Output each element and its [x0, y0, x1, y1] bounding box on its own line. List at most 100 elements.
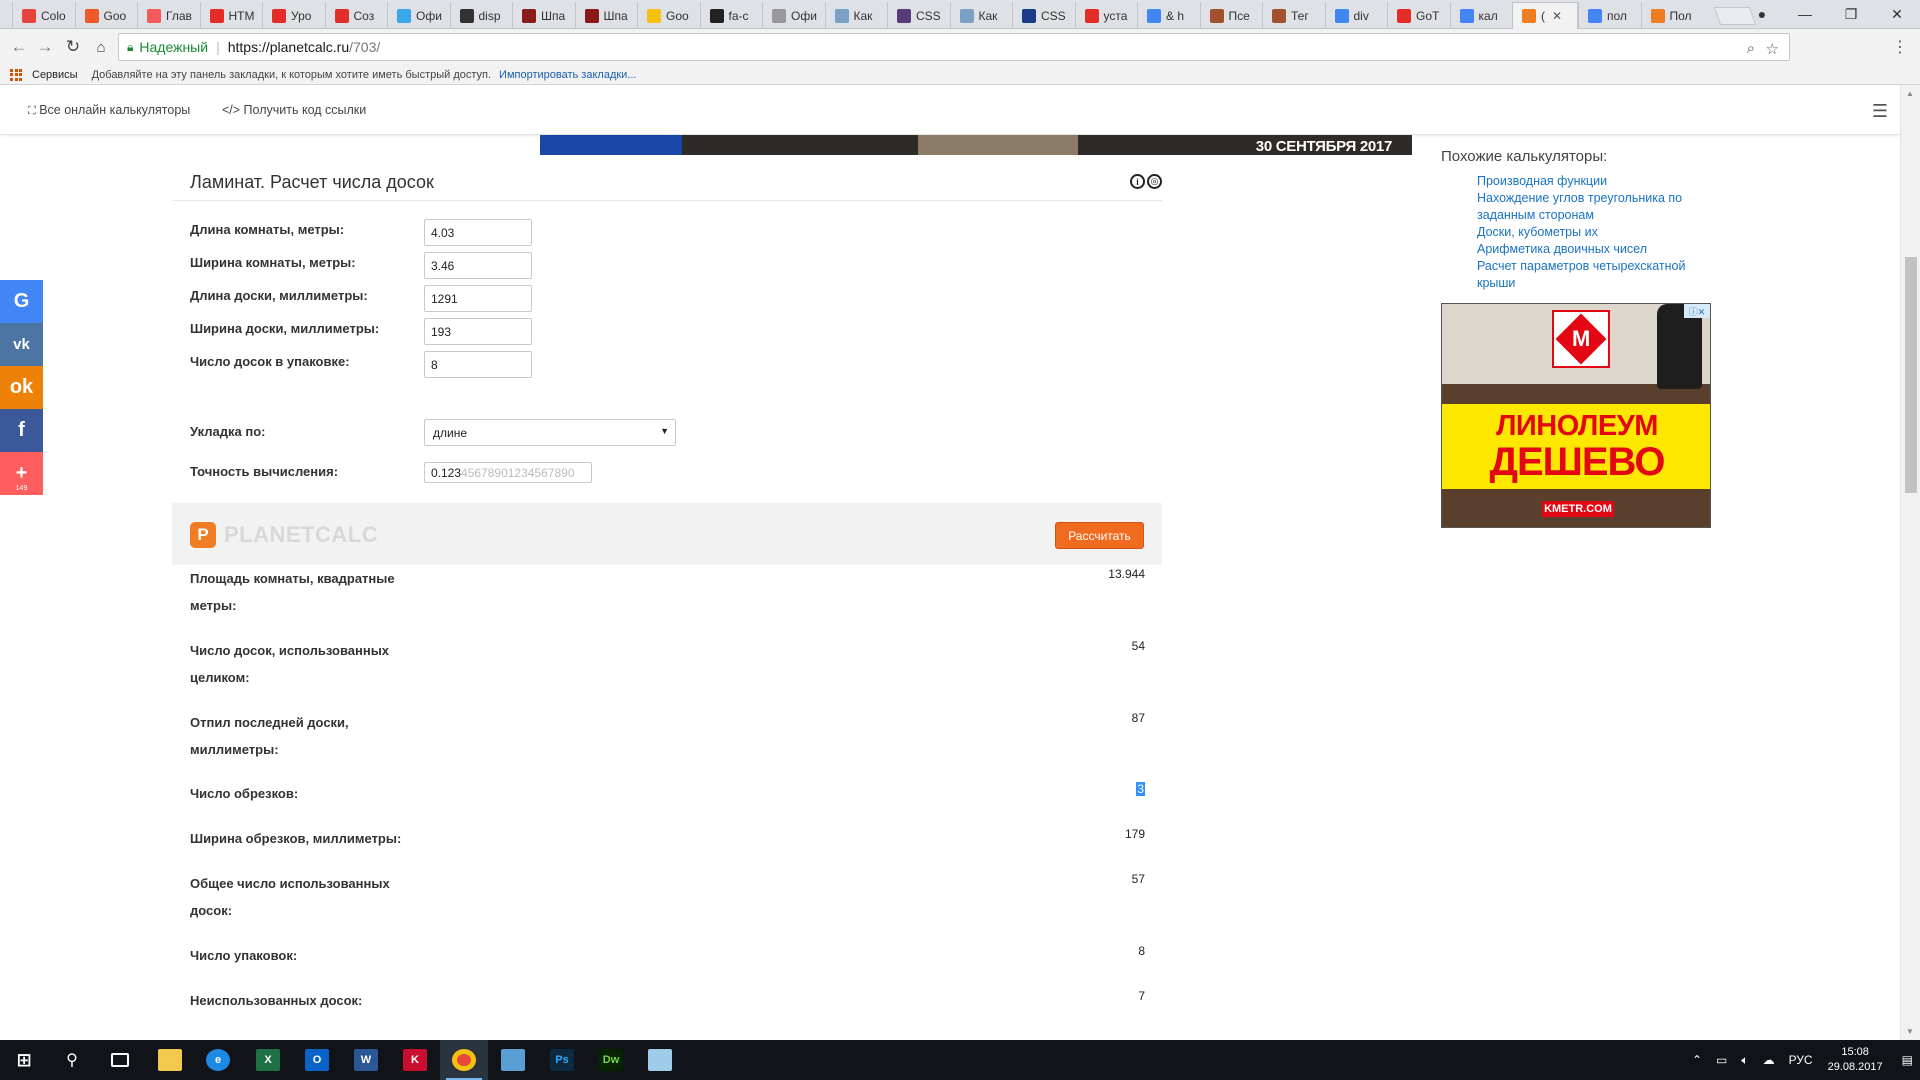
home-button[interactable]: ⌂ — [90, 36, 112, 58]
profile-icon[interactable]: ● — [1742, 0, 1782, 28]
more-share-button[interactable]: +149 — [0, 452, 43, 495]
scrollbar-thumb[interactable] — [1905, 257, 1917, 493]
language-indicator[interactable]: РУС — [1789, 1053, 1813, 1067]
browser-tab[interactable]: Пол — [1640, 2, 1704, 29]
browser-tab[interactable]: fa-c — [699, 2, 763, 29]
back-button[interactable]: ← — [8, 36, 30, 58]
browser-tab[interactable]: Как — [949, 2, 1013, 29]
hamburger-menu-icon[interactable]: ☰ — [1872, 101, 1888, 122]
outlook-icon[interactable]: O — [293, 1040, 341, 1080]
close-tab-icon[interactable]: ✕ — [1552, 9, 1562, 23]
field-input[interactable]: 4.03 — [424, 219, 532, 246]
settings-icon[interactable]: ◎ — [1147, 174, 1162, 189]
clock[interactable]: 15:08 29.08.2017 — [1828, 1045, 1883, 1075]
forward-button[interactable]: → — [34, 36, 56, 58]
similar-calculator-link[interactable]: Арифметика двоичных чисел — [1477, 241, 1697, 258]
task-view-icon[interactable] — [96, 1040, 144, 1080]
edge-icon[interactable]: e — [194, 1040, 242, 1080]
browser-tab[interactable]: Псе — [1199, 2, 1263, 29]
browser-tab[interactable]: Шпа — [574, 2, 638, 29]
address-bar[interactable]: 🔒︎ Надежный | https://planetcalc.ru/703/… — [118, 33, 1790, 61]
precision-slider[interactable]: 0.12345678901234567890 — [424, 462, 592, 483]
scroll-up-icon[interactable]: ▲ — [1906, 89, 1914, 98]
browser-tab[interactable]: CSS — [887, 2, 950, 29]
field-input[interactable]: 1291 — [424, 285, 532, 312]
chrome-icon[interactable] — [440, 1040, 488, 1080]
layout-select[interactable]: длине ▼ — [424, 419, 676, 446]
ok-share-button[interactable]: ok — [0, 366, 43, 409]
similar-calculator-link[interactable]: Расчет параметров четырехскатной крыши — [1477, 258, 1697, 292]
scroll-down-icon[interactable]: ▼ — [1906, 1027, 1914, 1036]
word-icon[interactable]: W — [342, 1040, 390, 1080]
network-icon[interactable]: ▭ — [1716, 1053, 1727, 1067]
calculate-button[interactable]: Рассчитать — [1055, 522, 1144, 549]
photoshop-icon[interactable]: Ps — [538, 1040, 586, 1080]
browser-tab[interactable]: Глав — [137, 2, 200, 29]
browser-tab[interactable]: & h — [1137, 2, 1200, 29]
page-scrollbar[interactable]: ▲ ▼ — [1900, 85, 1920, 1040]
ad-headline-2: ДЕШЕВО — [1489, 440, 1665, 484]
dreamweaver-icon[interactable]: Dw — [587, 1040, 635, 1080]
start-button[interactable]: ⊞ — [0, 1040, 48, 1080]
similar-calculator-link[interactable]: Нахождение углов треугольника по заданны… — [1477, 190, 1697, 224]
browser-tab[interactable]: HTM — [199, 2, 263, 29]
field-input[interactable]: 8 — [424, 351, 532, 378]
all-calculators-link[interactable]: ⛶ Все онлайн калькуляторы — [28, 103, 190, 118]
import-bookmarks-link[interactable]: Импортировать закладки... — [499, 69, 636, 81]
file-explorer-icon[interactable] — [146, 1040, 194, 1080]
linoleum-ad[interactable]: M ЛИНОЛЕУМ ДЕШЕВО KMETR.COM ⓘ✕ — [1441, 303, 1711, 528]
minimize-button[interactable]: — — [1782, 0, 1828, 28]
browser-menu-icon[interactable]: ⋮ — [1892, 37, 1908, 57]
browser-tab[interactable]: Как — [824, 2, 888, 29]
field-input[interactable]: 3.46 — [424, 252, 532, 279]
notifications-icon[interactable]: ▤ — [1902, 1053, 1913, 1067]
browser-tab[interactable]: Тег — [1262, 2, 1325, 29]
browser-tab[interactable]: (✕ — [1512, 2, 1578, 29]
services-link[interactable]: Сервисы — [32, 69, 78, 81]
browser-tab[interactable]: CSS — [1012, 2, 1075, 29]
secure-label: Надежный — [139, 39, 209, 55]
browser-tab[interactable]: disp — [449, 2, 513, 29]
field-input[interactable]: 193 — [424, 318, 532, 345]
excel-icon[interactable]: X — [244, 1040, 292, 1080]
ad-site-label: KMETR.COM — [1542, 501, 1614, 517]
facebook-share-button[interactable]: f — [0, 409, 43, 452]
browser-tab[interactable]: Colo — [12, 2, 75, 29]
vk-share-button[interactable]: vk — [0, 323, 43, 366]
browser-tab[interactable]: GoT — [1387, 2, 1450, 29]
browser-tab[interactable]: Goo — [637, 2, 700, 29]
browser-tab[interactable]: Соз — [324, 2, 388, 29]
search-icon[interactable]: ⚲ — [48, 1040, 96, 1080]
browser-tab[interactable]: Уро — [262, 2, 325, 29]
adchoices-icon[interactable]: ⓘ✕ — [1684, 304, 1710, 318]
tray-app-icon[interactable]: ☁ — [1763, 1053, 1775, 1067]
zoom-icon[interactable]: ⌕ — [1747, 40, 1755, 57]
browser-tab[interactable]: Офи — [387, 2, 450, 29]
volume-icon[interactable]: 🔈︎ — [1741, 1053, 1748, 1068]
browser-tab[interactable]: кал — [1449, 2, 1513, 29]
similar-calculator-link[interactable]: Производная функции — [1477, 173, 1697, 190]
browser-tab[interactable]: пол — [1578, 2, 1641, 29]
notepad-icon[interactable] — [636, 1040, 684, 1080]
bookmark-star-icon[interactable]: ☆ — [1766, 40, 1779, 58]
google-share-button[interactable]: G — [0, 280, 43, 323]
browser-tab[interactable]: Шпа — [512, 2, 575, 29]
tab-favicon-icon — [584, 8, 599, 23]
top-ad-banner[interactable]: 30 СЕНТЯБРЯ 2017 — [540, 135, 1412, 155]
result-value: 13.944 — [1108, 567, 1145, 581]
get-code-link[interactable]: </> Получить код ссылки — [222, 103, 366, 117]
browser-tab[interactable]: Goo — [74, 2, 138, 29]
tray-expand-icon[interactable]: ⌃ — [1692, 1053, 1702, 1067]
similar-calculator-link[interactable]: Доски, кубометры их — [1477, 224, 1697, 241]
info-icon[interactable]: i — [1130, 174, 1145, 189]
kaspersky-icon[interactable]: K — [391, 1040, 439, 1080]
browser-tab[interactable]: Офи — [762, 2, 825, 29]
reload-button[interactable]: ↻ — [62, 36, 84, 58]
browser-tab[interactable]: div — [1324, 2, 1388, 29]
apps-icon[interactable] — [10, 68, 22, 81]
restore-button[interactable]: ❐ — [1828, 0, 1874, 28]
remote-desktop-icon[interactable] — [489, 1040, 537, 1080]
close-window-button[interactable]: ✕ — [1874, 0, 1920, 28]
result-value: 54 — [1131, 639, 1145, 653]
browser-tab[interactable]: уста — [1074, 2, 1138, 29]
